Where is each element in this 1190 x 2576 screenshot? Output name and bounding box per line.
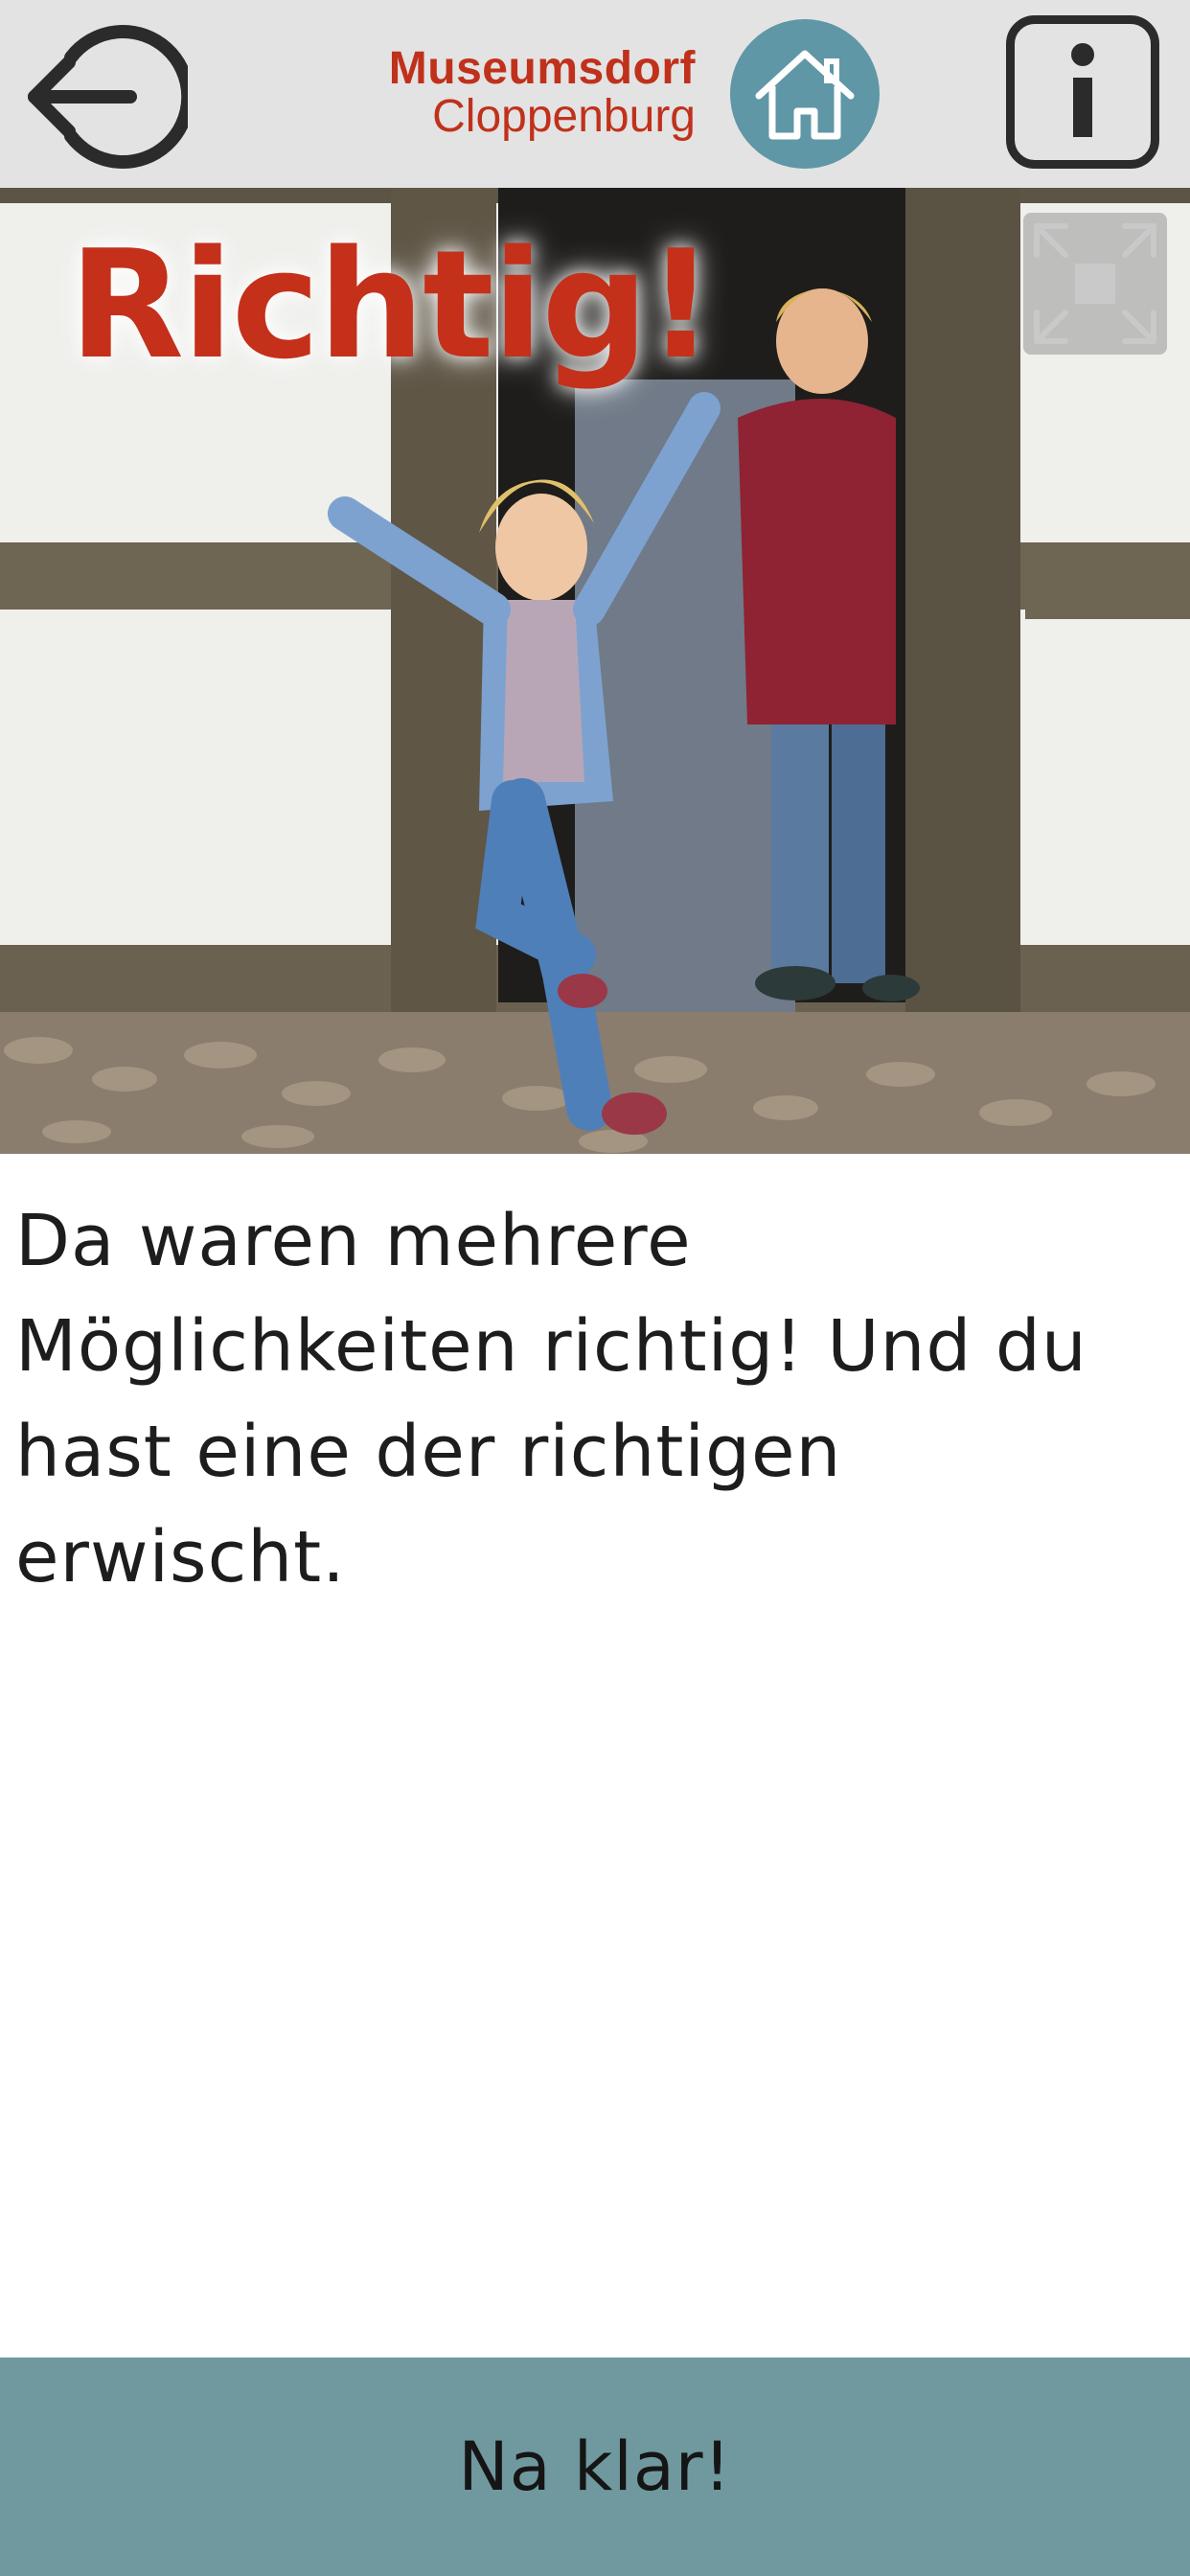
brand-name: Museumsdorf: [388, 43, 696, 94]
logout-arrow-icon: [28, 25, 195, 169]
result-title: Richtig!: [69, 218, 715, 392]
app-header: Museumsdorf Cloppenburg: [0, 0, 1190, 188]
result-message: Da waren mehrere Möglichkeiten richtig! …: [15, 1200, 1087, 1598]
fullscreen-button[interactable]: [1023, 213, 1167, 355]
confirm-button-label: Na klar!: [458, 2427, 732, 2506]
fullscreen-expand-icon: [1034, 223, 1156, 344]
brand-logo: Museumsdorf Cloppenburg: [364, 46, 696, 140]
house-icon: [755, 50, 855, 140]
brand-location: Cloppenburg: [432, 91, 696, 142]
back-button[interactable]: [25, 19, 195, 172]
info-icon: [1071, 43, 1094, 137]
confirm-button[interactable]: Na klar!: [0, 2358, 1190, 2576]
info-button[interactable]: [1006, 15, 1159, 169]
home-button[interactable]: [730, 19, 880, 169]
